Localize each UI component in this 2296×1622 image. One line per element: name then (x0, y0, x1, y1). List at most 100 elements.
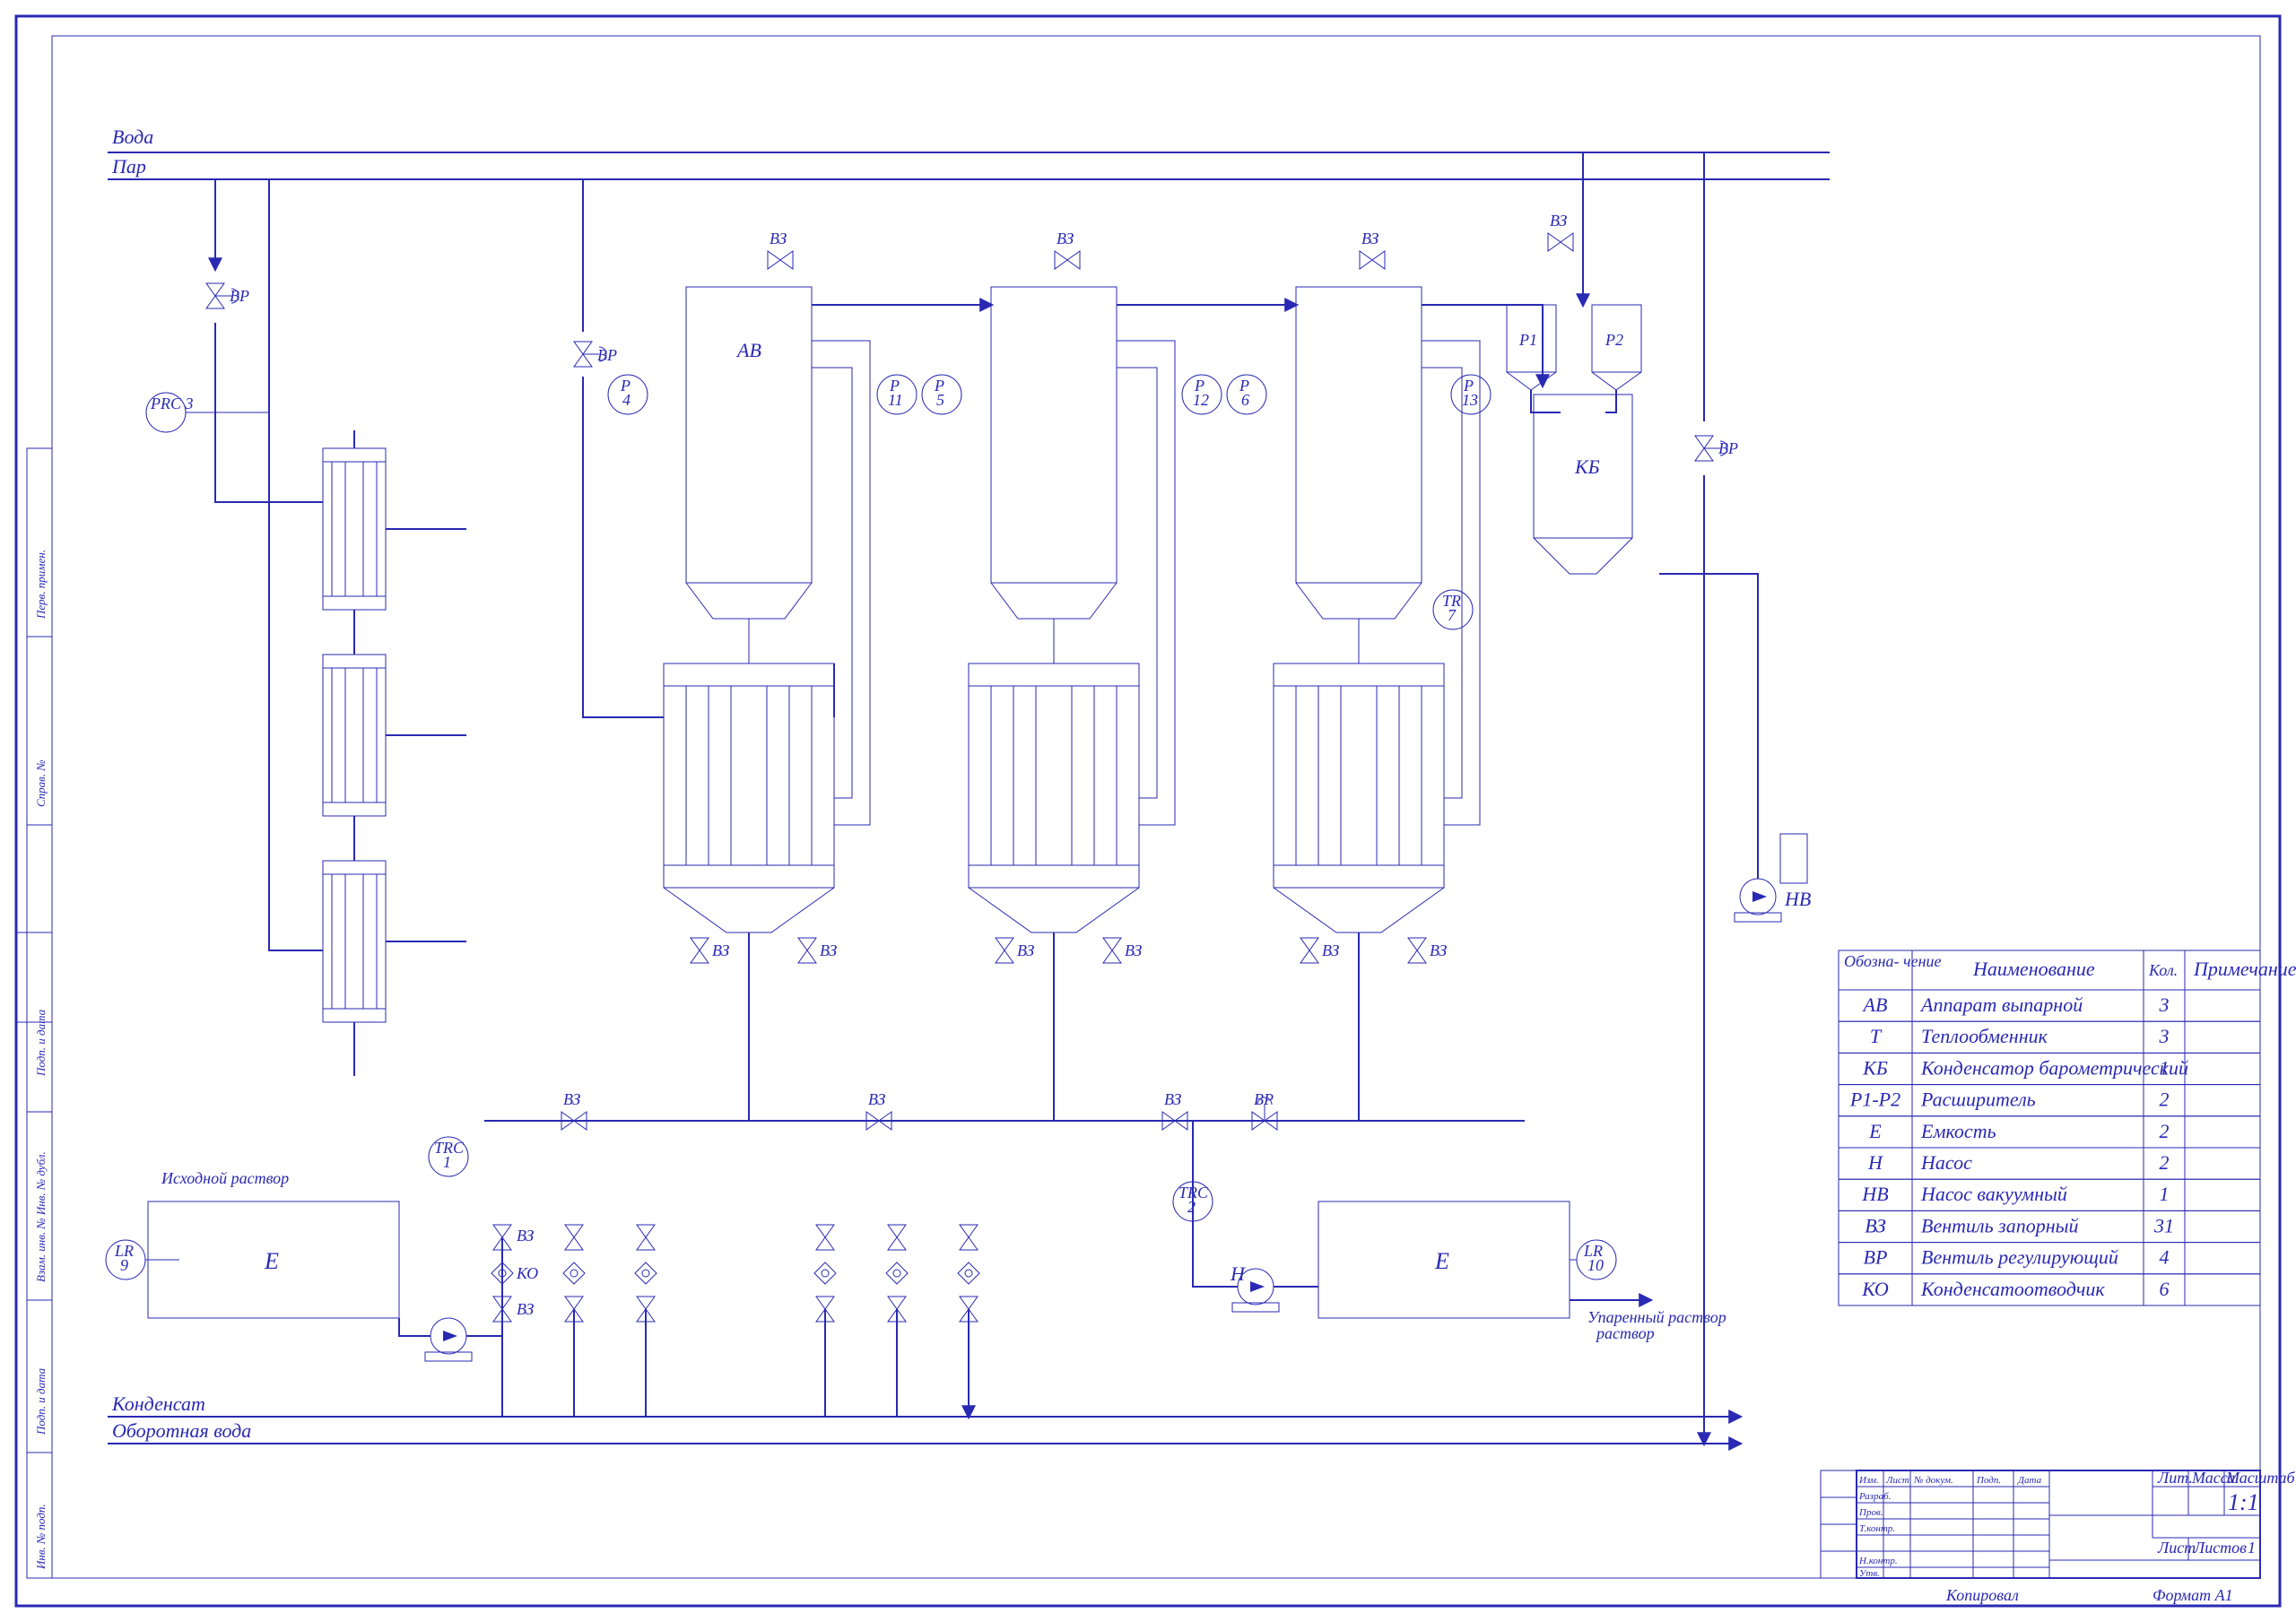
svg-text:Н.контр.: Н.контр. (1858, 1556, 1898, 1566)
line-condensate: Конденсат (111, 1392, 205, 1415)
svg-text:ВЗ: ВЗ (517, 1227, 534, 1245)
svg-text:ВР: ВР (1864, 1246, 1888, 1269)
svg-text:Вентиль запорный: Вентиль запорный (1921, 1214, 2079, 1236)
svg-text:Вентиль регулирующий: Вентиль регулирующий (1921, 1246, 2118, 1269)
svg-text:Е: Е (1434, 1248, 1449, 1274)
svg-text:Н: Н (1230, 1262, 1246, 1285)
svg-text:LR9: LR9 (114, 1242, 134, 1274)
svg-text:Емкость: Емкость (1920, 1120, 1996, 1142)
svg-text:Взам. инв. № Инв. № дубл.: Взам. инв. № Инв. № дубл. (34, 1151, 48, 1282)
svg-text:1: 1 (2160, 1183, 2170, 1205)
svg-text:Р2: Р2 (1605, 331, 1623, 349)
svg-text:Дата: Дата (2017, 1475, 2042, 1486)
svg-text:Подп. и дата: Подп. и дата (34, 1367, 48, 1436)
side-strip: Инв. № подп. Подп. и дата Взам. инв. № И… (27, 448, 52, 1578)
svg-text:№ докум.: № докум. (1913, 1475, 1953, 1486)
svg-text:1: 1 (2160, 1056, 2170, 1079)
svg-text:КО: КО (1861, 1278, 1889, 1300)
drawing: Вода Пар Конденсат Оборотная вода ВР PRC… (0, 0, 2296, 1622)
svg-text:Р1-Р2: Р1-Р2 (1849, 1089, 1900, 1111)
svg-text:ВЗ: ВЗ (1865, 1214, 1886, 1236)
svg-text:КО: КО (516, 1264, 538, 1282)
svg-text:ВЗ: ВЗ (563, 1090, 580, 1108)
svg-text:Справ. №: Справ. № (34, 759, 48, 807)
svg-text:2: 2 (2160, 1089, 2170, 1111)
svg-text:Р1: Р1 (1518, 331, 1537, 349)
svg-text:P6: P6 (1239, 377, 1249, 409)
svg-text:Е: Е (264, 1248, 279, 1274)
svg-text:НВ: НВ (1861, 1183, 1888, 1205)
svg-text:6: 6 (2160, 1278, 2170, 1300)
svg-text:1: 1 (2248, 1539, 2256, 1557)
svg-text:Лит.: Лит. (2157, 1469, 2193, 1487)
title-block: Лит. Масса Масштаб 1:1 Лист Листов 1 Изм… (1857, 1469, 2296, 1579)
svg-text:P11: P11 (888, 377, 903, 409)
svg-text:раствор: раствор (1595, 1324, 1655, 1342)
svg-text:ВЗ: ВЗ (820, 941, 837, 959)
svg-text:Конденсатор барометрический: Конденсатор барометрический (1920, 1056, 2188, 1079)
svg-text:TRC1: TRC1 (434, 1139, 465, 1171)
svg-text:Т: Т (1870, 1025, 1883, 1047)
svg-text:ВЗ: ВЗ (1017, 941, 1034, 959)
svg-text:Изм.: Изм. (1858, 1475, 1879, 1486)
svg-text:Теплообменник: Теплообменник (1921, 1025, 2048, 1047)
svg-text:Упаренный раствор: Упаренный раствор (1587, 1308, 1726, 1326)
svg-text:Е: Е (1868, 1120, 1882, 1142)
svg-text:КБ: КБ (1862, 1056, 1888, 1079)
svg-text:3: 3 (2159, 993, 2170, 1016)
svg-text:Конденсатоотводчик: Конденсатоотводчик (1920, 1278, 2105, 1300)
svg-text:ВЗ: ВЗ (1322, 941, 1339, 959)
svg-text:КБ: КБ (1574, 455, 1600, 478)
svg-text:ВЗ: ВЗ (1164, 1090, 1181, 1108)
svg-text:PRC 3: PRC 3 (150, 395, 194, 412)
svg-text:Примечание: Примечание (2193, 958, 2296, 980)
svg-text:2: 2 (2160, 1120, 2170, 1142)
svg-text:Лист: Лист (2157, 1539, 2196, 1557)
svg-text:LR10: LR10 (1583, 1242, 1604, 1274)
svg-text:Перв. примен.: Перв. примен. (34, 550, 48, 620)
svg-text:TRC2: TRC2 (1178, 1184, 1209, 1216)
svg-text:НВ: НВ (1784, 888, 1811, 910)
line-steam: Пар (111, 155, 146, 178)
line-recycled: Оборотная вода (112, 1419, 251, 1442)
svg-text:ВР: ВР (1718, 439, 1738, 457)
svg-text:ВЗ: ВЗ (712, 941, 729, 959)
svg-text:Насос вакуумный: Насос вакуумный (1920, 1183, 2067, 1205)
svg-text:Разраб.: Разраб. (1858, 1491, 1891, 1502)
svg-text:P5: P5 (934, 377, 944, 409)
svg-text:P13: P13 (1462, 377, 1478, 409)
svg-text:ВР: ВР (1254, 1090, 1274, 1108)
label-feed: Исходной раствор (161, 1169, 289, 1187)
svg-text:Формат A1: Формат A1 (2152, 1586, 2233, 1604)
svg-text:Расширитель: Расширитель (1920, 1089, 2036, 1111)
svg-text:Насос: Насос (1920, 1151, 1972, 1174)
svg-text:ВР: ВР (597, 346, 617, 364)
svg-text:ВЗ: ВЗ (1550, 212, 1567, 230)
svg-text:Подп.: Подп. (1976, 1475, 2001, 1486)
svg-text:3: 3 (2159, 1025, 2170, 1047)
legend-table: Обозна- чение Наименование Кол. Примечан… (1839, 950, 2296, 1305)
svg-text:Т.контр.: Т.контр. (1859, 1523, 1895, 1534)
svg-text:Копировал: Копировал (1945, 1586, 2019, 1604)
svg-text:Масштаб: Масштаб (2225, 1469, 2296, 1487)
svg-text:Подп. и дата: Подп. и дата (34, 1009, 48, 1077)
svg-text:АВ: АВ (735, 339, 761, 361)
svg-text:P4: P4 (620, 377, 631, 409)
svg-text:31: 31 (2153, 1214, 2174, 1236)
svg-text:Утв.: Утв. (1859, 1568, 1880, 1579)
steam-branches: ВР (574, 179, 664, 717)
svg-text:Аппарат выпарной: Аппарат выпарной (1919, 993, 2083, 1016)
svg-text:Кол.: Кол. (2148, 961, 2178, 979)
svg-text:ВЗ: ВЗ (1361, 230, 1378, 247)
svg-text:Инв. № подп.: Инв. № подп. (34, 1504, 48, 1570)
svg-text:P12: P12 (1193, 377, 1209, 409)
svg-text:ВЗ: ВЗ (517, 1300, 534, 1318)
svg-text:ВЗ: ВЗ (1057, 230, 1074, 247)
drain-row: ВЗ ВЗ ВЗ ВЗ ВЗ ВЗ (691, 664, 1447, 1121)
svg-text:Листов: Листов (2193, 1539, 2247, 1557)
svg-text:Пров.: Пров. (1858, 1507, 1883, 1518)
svg-text:ВР: ВР (230, 287, 249, 305)
svg-text:2: 2 (2160, 1151, 2170, 1174)
svg-text:ВЗ: ВЗ (1430, 941, 1447, 959)
svg-text:ВЗ: ВЗ (868, 1090, 885, 1108)
